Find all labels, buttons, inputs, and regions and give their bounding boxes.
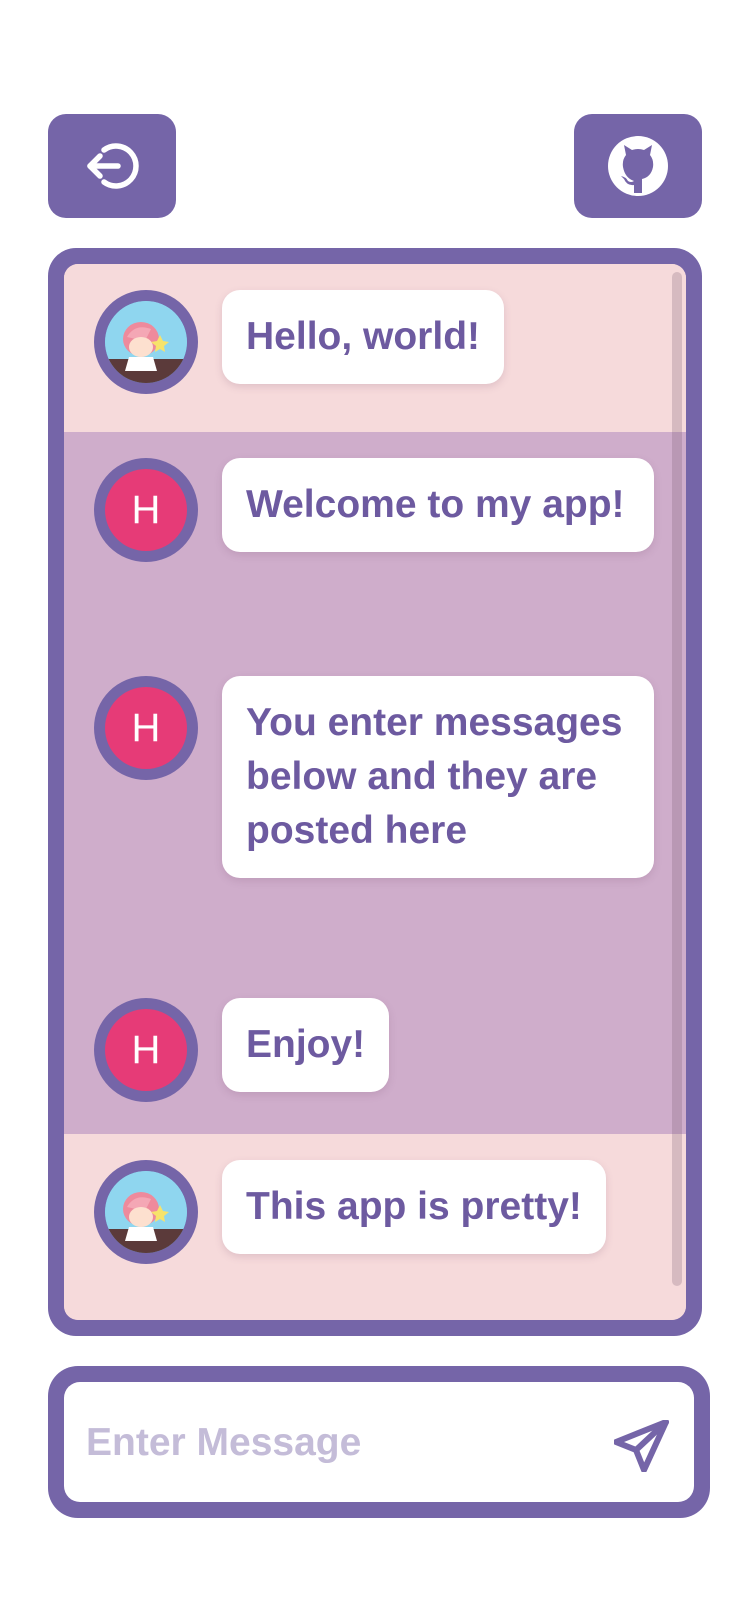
github-icon xyxy=(608,136,668,196)
message-list[interactable]: Hello, world! H Welcome to my app! H You… xyxy=(64,264,686,1320)
avatar: H xyxy=(94,676,198,780)
message-bubble: You enter messages below and they are po… xyxy=(222,676,654,878)
avatar-initial: H xyxy=(105,687,187,769)
message-row: H Welcome to my app! xyxy=(64,432,686,650)
anime-avatar-icon xyxy=(105,1171,187,1253)
logout-button[interactable] xyxy=(48,114,176,218)
message-input[interactable] xyxy=(84,1382,588,1504)
message-composer xyxy=(48,1366,710,1518)
message-row: This app is pretty! xyxy=(64,1134,686,1320)
send-button[interactable] xyxy=(613,1419,670,1473)
message-bubble: Hello, world! xyxy=(222,290,504,384)
avatar-initial: H xyxy=(105,1009,187,1091)
avatar xyxy=(94,290,198,394)
avatar-initial: H xyxy=(105,469,187,551)
avatar xyxy=(94,1160,198,1264)
send-icon xyxy=(613,1419,669,1473)
avatar: H xyxy=(94,458,198,562)
github-button[interactable] xyxy=(574,114,702,218)
logout-icon xyxy=(87,143,139,189)
message-row: Hello, world! xyxy=(64,264,686,432)
composer-inner xyxy=(64,1382,694,1504)
avatar: H xyxy=(94,998,198,1102)
anime-avatar-icon xyxy=(105,301,187,383)
chat-panel: Hello, world! H Welcome to my app! H You… xyxy=(48,248,702,1336)
message-row: H Enjoy! xyxy=(64,972,686,1134)
scrollbar[interactable] xyxy=(672,272,682,1286)
avatar-image xyxy=(105,1171,187,1253)
message-bubble: This app is pretty! xyxy=(222,1160,606,1254)
message-bubble: Enjoy! xyxy=(222,998,390,1092)
message-row: H You enter messages below and they are … xyxy=(64,650,686,972)
message-bubble: Welcome to my app! xyxy=(222,458,654,552)
avatar-image xyxy=(105,301,187,383)
